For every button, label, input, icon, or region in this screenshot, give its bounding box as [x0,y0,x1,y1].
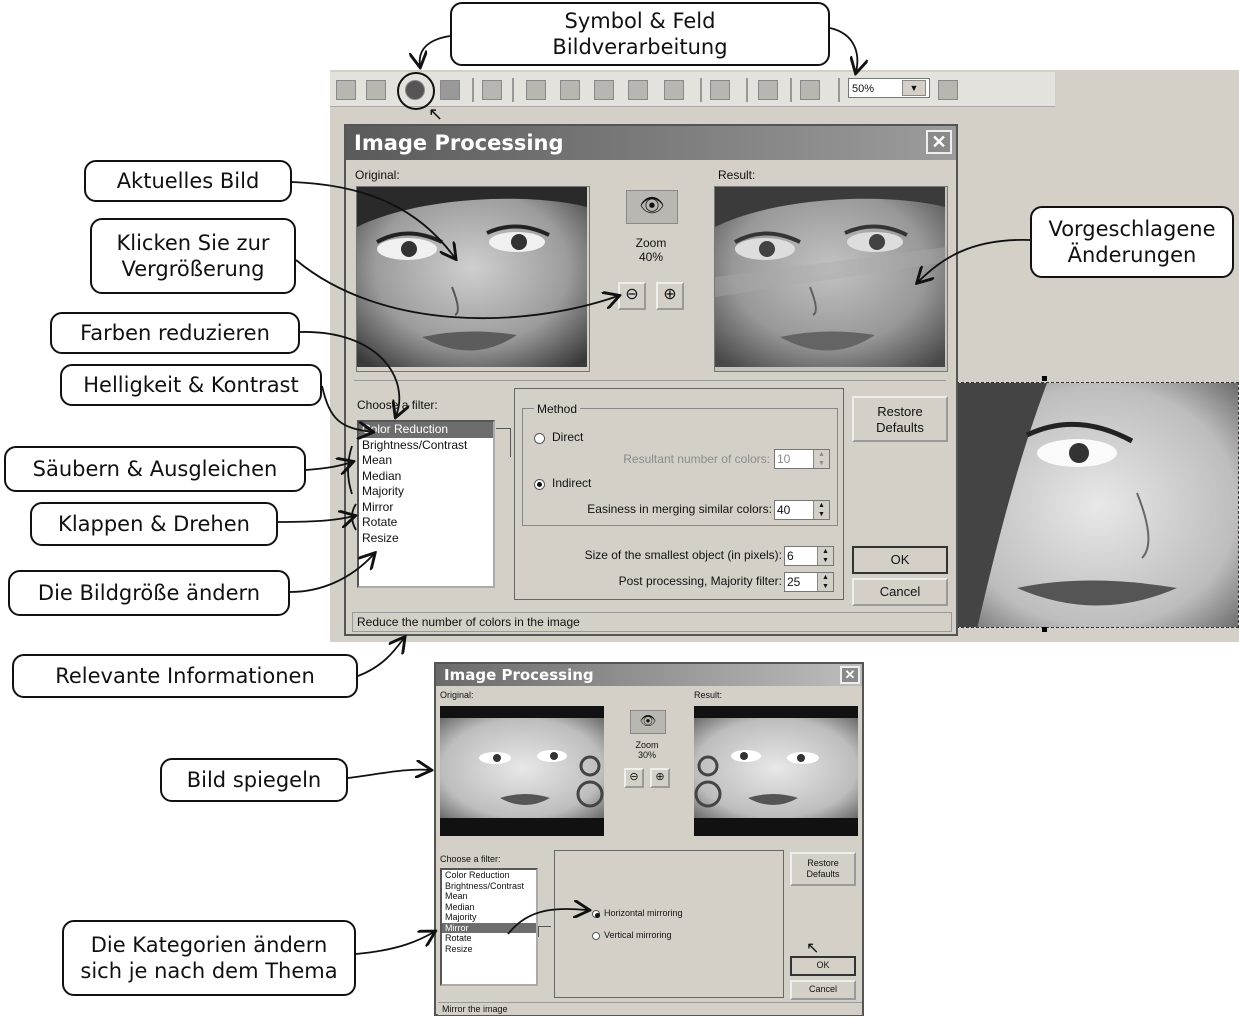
annotation-arrows [277,27,1031,955]
